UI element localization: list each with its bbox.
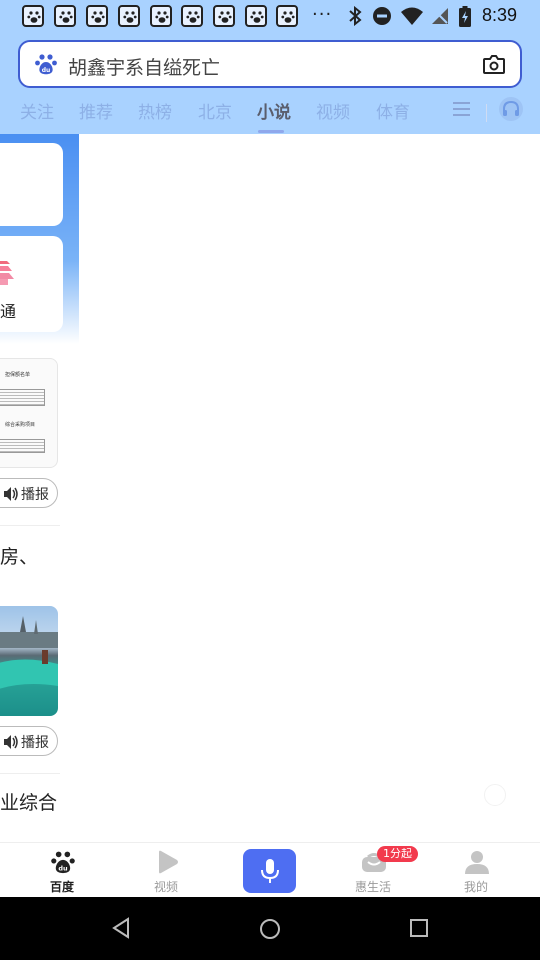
broadcast-label: 播报 xyxy=(21,487,49,503)
tab-recommend[interactable]: 推荐 xyxy=(79,98,113,123)
baidu-logo-icon: du xyxy=(35,54,57,75)
search-bar[interactable]: du 胡鑫宇系自缢死亡 xyxy=(18,40,522,88)
do-not-disturb-icon xyxy=(373,7,391,25)
bottom-navigation: du 百度 视频 惠生活 1分起 我的 xyxy=(0,842,540,897)
document-subtitle: 综合采购项目 xyxy=(5,422,36,428)
menu-icon[interactable] xyxy=(452,100,472,118)
tab-sports[interactable]: 体育 xyxy=(376,98,410,123)
headphone-icon[interactable] xyxy=(498,96,524,122)
system-navigation-bar xyxy=(0,897,540,960)
broadcast-button[interactable]: 播报 xyxy=(0,478,58,508)
broadcast-label: 播报 xyxy=(21,735,49,751)
search-query[interactable]: 胡鑫宇系自缢死亡 xyxy=(68,53,220,80)
faint-circle-icon xyxy=(484,784,506,806)
voice-search-button[interactable] xyxy=(243,849,296,893)
speaker-icon xyxy=(4,487,18,501)
clock: 8:39 xyxy=(482,5,518,25)
tab-divider xyxy=(486,104,487,122)
battery-icon xyxy=(459,6,471,27)
nav-label: 我的 xyxy=(463,880,488,894)
wifi-icon xyxy=(401,7,423,25)
recents-icon[interactable] xyxy=(408,917,430,939)
bluetooth-icon xyxy=(349,6,362,26)
document-title: 担保额名单 xyxy=(5,372,31,378)
baidu-notification-icon xyxy=(276,5,298,27)
feed-snippet[interactable]: 房、 xyxy=(0,542,38,569)
baidu-notification-icon xyxy=(54,5,76,27)
nav-label: 惠生活 xyxy=(354,880,391,894)
user-icon xyxy=(465,851,489,874)
baidu-notification-icon xyxy=(181,5,203,27)
nav-video[interactable]: 视频 xyxy=(126,843,206,898)
baidu-notification-icon xyxy=(213,5,235,27)
play-icon xyxy=(159,850,178,874)
microphone-icon xyxy=(261,859,279,883)
svg-text:du: du xyxy=(42,67,51,74)
broadcast-button[interactable]: 播报 xyxy=(0,726,58,756)
feed-divider xyxy=(0,525,60,526)
document-thumbnail[interactable]: 担保额名单 综合采购项目 xyxy=(0,358,58,468)
baidu-notification-icon xyxy=(86,5,108,27)
screen: ··· 8:39 du 胡鑫宇系自缢死亡 关注 推荐 热榜 北京 小说 视频 体… xyxy=(0,0,540,960)
more-notifications-indicator: ··· xyxy=(312,4,333,25)
feed-card[interactable] xyxy=(0,143,63,226)
boat-scene-image xyxy=(0,616,58,689)
tab-novel[interactable]: 小说 xyxy=(257,98,291,123)
back-icon[interactable] xyxy=(110,917,132,939)
nav-baidu[interactable]: du 百度 xyxy=(22,843,102,898)
baidu-notification-icon xyxy=(22,5,44,27)
speaker-icon xyxy=(4,735,18,749)
document-table xyxy=(0,389,45,406)
channel-tabs: 关注 推荐 热榜 北京 小说 视频 体育 xyxy=(0,96,540,133)
home-icon[interactable] xyxy=(258,917,282,941)
feed-snippet[interactable]: 业综合 xyxy=(0,788,57,815)
feed-divider xyxy=(0,773,60,774)
nav-mine[interactable]: 我的 xyxy=(436,843,516,898)
active-tab-indicator xyxy=(258,130,284,133)
svg-text:du: du xyxy=(58,865,68,873)
photo-thumbnail[interactable] xyxy=(0,606,58,716)
pagoda-icon xyxy=(0,261,14,285)
tab-beijing[interactable]: 北京 xyxy=(198,98,232,123)
tab-hot-list[interactable]: 热榜 xyxy=(138,98,172,123)
baidu-notification-icon xyxy=(245,5,267,27)
tab-video[interactable]: 视频 xyxy=(316,98,350,123)
no-signal-icon xyxy=(432,8,448,24)
baidu-notification-icon xyxy=(150,5,172,27)
status-bar: ··· 8:39 xyxy=(0,0,540,33)
tab-follow[interactable]: 关注 xyxy=(20,98,54,123)
document-table xyxy=(0,439,45,453)
baidu-paw-icon: du xyxy=(51,851,75,874)
camera-icon[interactable] xyxy=(482,53,506,75)
nav-label: 百度 xyxy=(49,880,74,894)
nav-label: 视频 xyxy=(153,880,178,894)
baidu-notification-icon xyxy=(118,5,140,27)
promo-badge: 1分起 xyxy=(377,846,418,862)
feed-card-label: 通 xyxy=(0,302,17,321)
